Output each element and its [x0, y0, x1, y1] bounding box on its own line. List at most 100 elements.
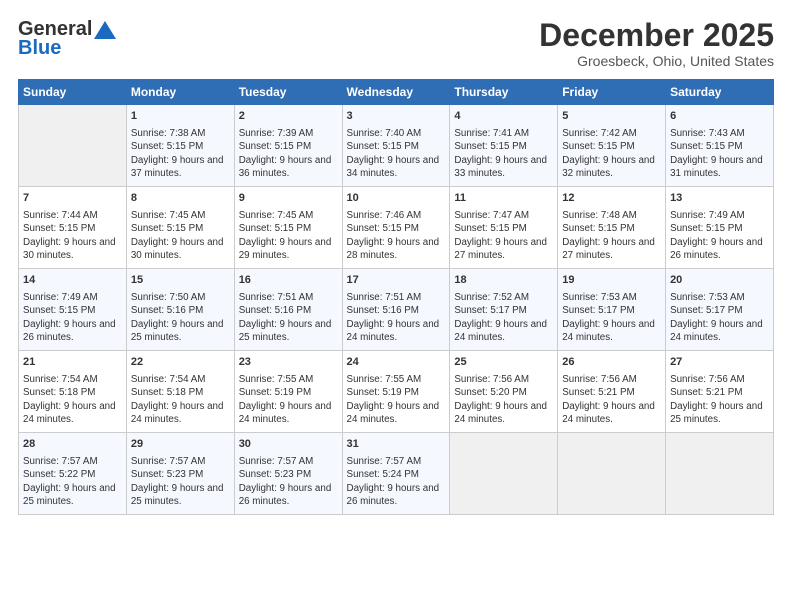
daylight-label: Daylight: 9 hours and 25 minutes.: [23, 483, 116, 508]
day-info: Sunrise: 7:43 AMSunset: 5:15 PMDaylight:…: [670, 127, 769, 181]
sunrise-label: Sunrise: 7:54 AM: [23, 374, 98, 385]
main-title: December 2025: [539, 18, 774, 53]
daylight-label: Daylight: 9 hours and 31 minutes.: [670, 155, 763, 180]
day-info: Sunrise: 7:57 AMSunset: 5:23 PMDaylight:…: [131, 455, 230, 509]
daylight-label: Daylight: 9 hours and 24 minutes.: [239, 401, 332, 426]
calendar-week-4: 21 Sunrise: 7:54 AMSunset: 5:18 PMDayligh…: [19, 351, 774, 433]
day-number: 14: [23, 273, 122, 288]
day-number: 22: [131, 355, 230, 370]
calendar-cell: 8Sunrise: 7:45 AMSunset: 5:15 PMDaylight…: [126, 187, 234, 269]
calendar-cell: 9Sunrise: 7:45 AMSunset: 5:15 PMDaylight…: [234, 187, 342, 269]
calendar-cell: 18Sunrise: 7:52 AMSunset: 5:17 PMDayligh…: [450, 269, 558, 351]
sunrise-label: Sunrise: 7:49 AM: [23, 292, 98, 303]
sunrise-label: Sunrise: 7:53 AM: [670, 292, 745, 303]
daylight-label: Daylight: 9 hours and 26 minutes.: [239, 483, 332, 508]
day-info: Sunrise: 7:46 AM Sunset: 5:15 PM Daylight:…: [347, 209, 446, 263]
day-info: Sunrise: 7:57 AMSunset: 5:24 PMDaylight:…: [347, 455, 446, 509]
daylight-label: Daylight: 9 hours and 24 minutes.: [454, 319, 547, 344]
sunset-label: Sunset: 5:22 PM: [23, 469, 95, 480]
column-header-saturday: Saturday: [666, 80, 774, 105]
sunset-label: Sunset: 5:15 PM: [239, 141, 311, 152]
logo-icon: [94, 21, 116, 39]
title-block: December 2025 Groesbeck, Ohio, United St…: [539, 18, 774, 69]
daylight-label: Daylight: 9 hours and 26 minutes.: [670, 237, 763, 262]
sunset-label: Sunset: 5:15 PM: [347, 223, 419, 234]
column-header-tuesday: Tuesday: [234, 80, 342, 105]
daylight-label: Daylight: 9 hours and 24 minutes.: [347, 319, 440, 344]
day-number: 31: [347, 437, 446, 452]
calendar-cell: [558, 433, 666, 515]
day-number: 23: [239, 355, 338, 370]
daylight-label: Daylight: 9 hours and 24 minutes.: [347, 401, 440, 426]
day-info: Sunrise: 7:57 AMSunset: 5:23 PMDaylight:…: [239, 455, 338, 509]
sunset-label: Sunset: 5:15 PM: [23, 305, 95, 316]
day-info: Sunrise: 7:49 AMSunset: 5:15 PMDaylight:…: [23, 291, 122, 345]
sunrise-label: Sunrise: 7:56 AM: [454, 374, 529, 385]
sunrise-label: Sunrise: 7:39 AM: [239, 128, 314, 139]
day-number: 20: [670, 273, 769, 288]
calendar-cell: 13 Sunrise: 7:49 AM Sunset: 5:15 PM Dayligh…: [666, 187, 774, 269]
sunrise-label: Sunrise: 7:45 AM: [131, 210, 206, 221]
sunrise-label: Sunrise: 7:55 AM: [347, 374, 422, 385]
calendar-cell: 24Sunrise: 7:55 AMSunset: 5:19 PMDayligh…: [342, 351, 450, 433]
daylight-label: Daylight: 9 hours and 30 minutes.: [23, 237, 116, 262]
day-info: Sunrise: 7:54 AMSunset: 5:18 PMDaylight:…: [23, 373, 122, 427]
daylight-label: Daylight: 9 hours and 36 minutes.: [239, 155, 332, 180]
logo: General Blue: [18, 18, 118, 60]
calendar-table: SundayMondayTuesdayWednesdayThursdayFrid…: [18, 79, 774, 515]
daylight-label: Daylight: 9 hours and 25 minutes.: [131, 319, 224, 344]
calendar-cell: 2Sunrise: 7:39 AMSunset: 5:15 PMDaylight…: [234, 105, 342, 187]
day-info: Sunrise: 7:47 AMSunset: 5:15 PMDaylight:…: [454, 209, 553, 263]
sunrise-label: Sunrise: 7:49 AM: [670, 210, 745, 221]
calendar-cell: 19 Sunrise: 7:53 AMSunset: 5:17 PMDayligh…: [558, 269, 666, 351]
subtitle: Groesbeck, Ohio, United States: [539, 53, 774, 69]
daylight-label: Daylight: 9 hours and 24 minutes.: [131, 401, 224, 426]
calendar-cell: 26Sunrise: 7:56 AMSunset: 5:21 PMDayligh…: [558, 351, 666, 433]
column-header-monday: Monday: [126, 80, 234, 105]
daylight-label: Daylight: 9 hours and 25 minutes.: [670, 401, 763, 426]
day-info: Sunrise: 7:49 AM Sunset: 5:15 PM Daylight:…: [670, 209, 769, 263]
day-number: 15: [131, 273, 230, 288]
calendar-cell: 25Sunrise: 7:56 AMSunset: 5:20 PMDayligh…: [450, 351, 558, 433]
day-number: 13: [670, 191, 769, 206]
day-info: Sunrise: 7:38 AMSunset: 5:15 PMDaylight:…: [131, 127, 230, 181]
calendar-cell: 6Sunrise: 7:43 AMSunset: 5:15 PMDaylight…: [666, 105, 774, 187]
sunrise-label: Sunrise: 7:43 AM: [670, 128, 745, 139]
day-info: Sunrise: 7:44 AMSunset: 5:15 PMDaylight:…: [23, 209, 122, 263]
day-number: 17: [347, 273, 446, 288]
calendar-cell: 22Sunrise: 7:54 AMSunset: 5:18 PMDayligh…: [126, 351, 234, 433]
daylight-label: Daylight: 9 hours and 29 minutes.: [239, 237, 332, 262]
day-number: 21: [23, 355, 122, 370]
sunset-label: Sunset: 5:17 PM: [670, 305, 742, 316]
sunset-label: Sunset: 5:15 PM: [670, 223, 742, 234]
sunrise-label: Sunrise: 7:42 AM: [562, 128, 637, 139]
calendar-cell: 7Sunrise: 7:44 AMSunset: 5:15 PMDaylight…: [19, 187, 127, 269]
sunrise-label: Sunrise: 7:56 AM: [670, 374, 745, 385]
sunset-label: Sunset: 5:15 PM: [239, 223, 311, 234]
daylight-label: Daylight: 9 hours and 25 minutes.: [239, 319, 332, 344]
day-info: Sunrise: 7:51 AMSunset: 5:16 PMDaylight:…: [239, 291, 338, 345]
day-number: 29: [131, 437, 230, 452]
sunrise-label: Sunrise: 7:51 AM: [347, 292, 422, 303]
sunset-label: Sunset: 5:16 PM: [347, 305, 419, 316]
calendar-cell: 4Sunrise: 7:41 AMSunset: 5:15 PMDaylight…: [450, 105, 558, 187]
day-number: 8: [131, 191, 230, 206]
column-header-sunday: Sunday: [19, 80, 127, 105]
sunset-label: Sunset: 5:19 PM: [239, 387, 311, 398]
calendar-week-5: 28Sunrise: 7:57 AMSunset: 5:22 PMDayligh…: [19, 433, 774, 515]
sunrise-label: Sunrise: 7:44 AM: [23, 210, 98, 221]
day-number: 5: [562, 109, 661, 124]
sunrise-label: Sunrise: 7:51 AM: [239, 292, 314, 303]
sunrise-label: Sunrise: 7:46 AM: [347, 210, 422, 221]
day-number: 1: [131, 109, 230, 124]
calendar-cell: 10Sunrise: 7:46 AMSunset: 5:15 PMDayligh…: [342, 187, 450, 269]
daylight-label: Daylight: 9 hours and 28 minutes.: [347, 237, 440, 262]
calendar-cell: 3Sunrise: 7:40 AMSunset: 5:15 PMDaylight…: [342, 105, 450, 187]
sunset-label: Sunset: 5:15 PM: [454, 223, 526, 234]
day-number: 19: [562, 273, 661, 288]
calendar-cell: 5Sunrise: 7:42 AMSunset: 5:15 PMDaylight…: [558, 105, 666, 187]
calendar-cell: 30Sunrise: 7:57 AMSunset: 5:23 PMDayligh…: [234, 433, 342, 515]
day-info: Sunrise: 7:53 AMSunset: 5:17 PMDaylight:…: [562, 291, 661, 345]
day-info: Sunrise: 7:52 AMSunset: 5:17 PMDaylight:…: [454, 291, 553, 345]
column-header-thursday: Thursday: [450, 80, 558, 105]
